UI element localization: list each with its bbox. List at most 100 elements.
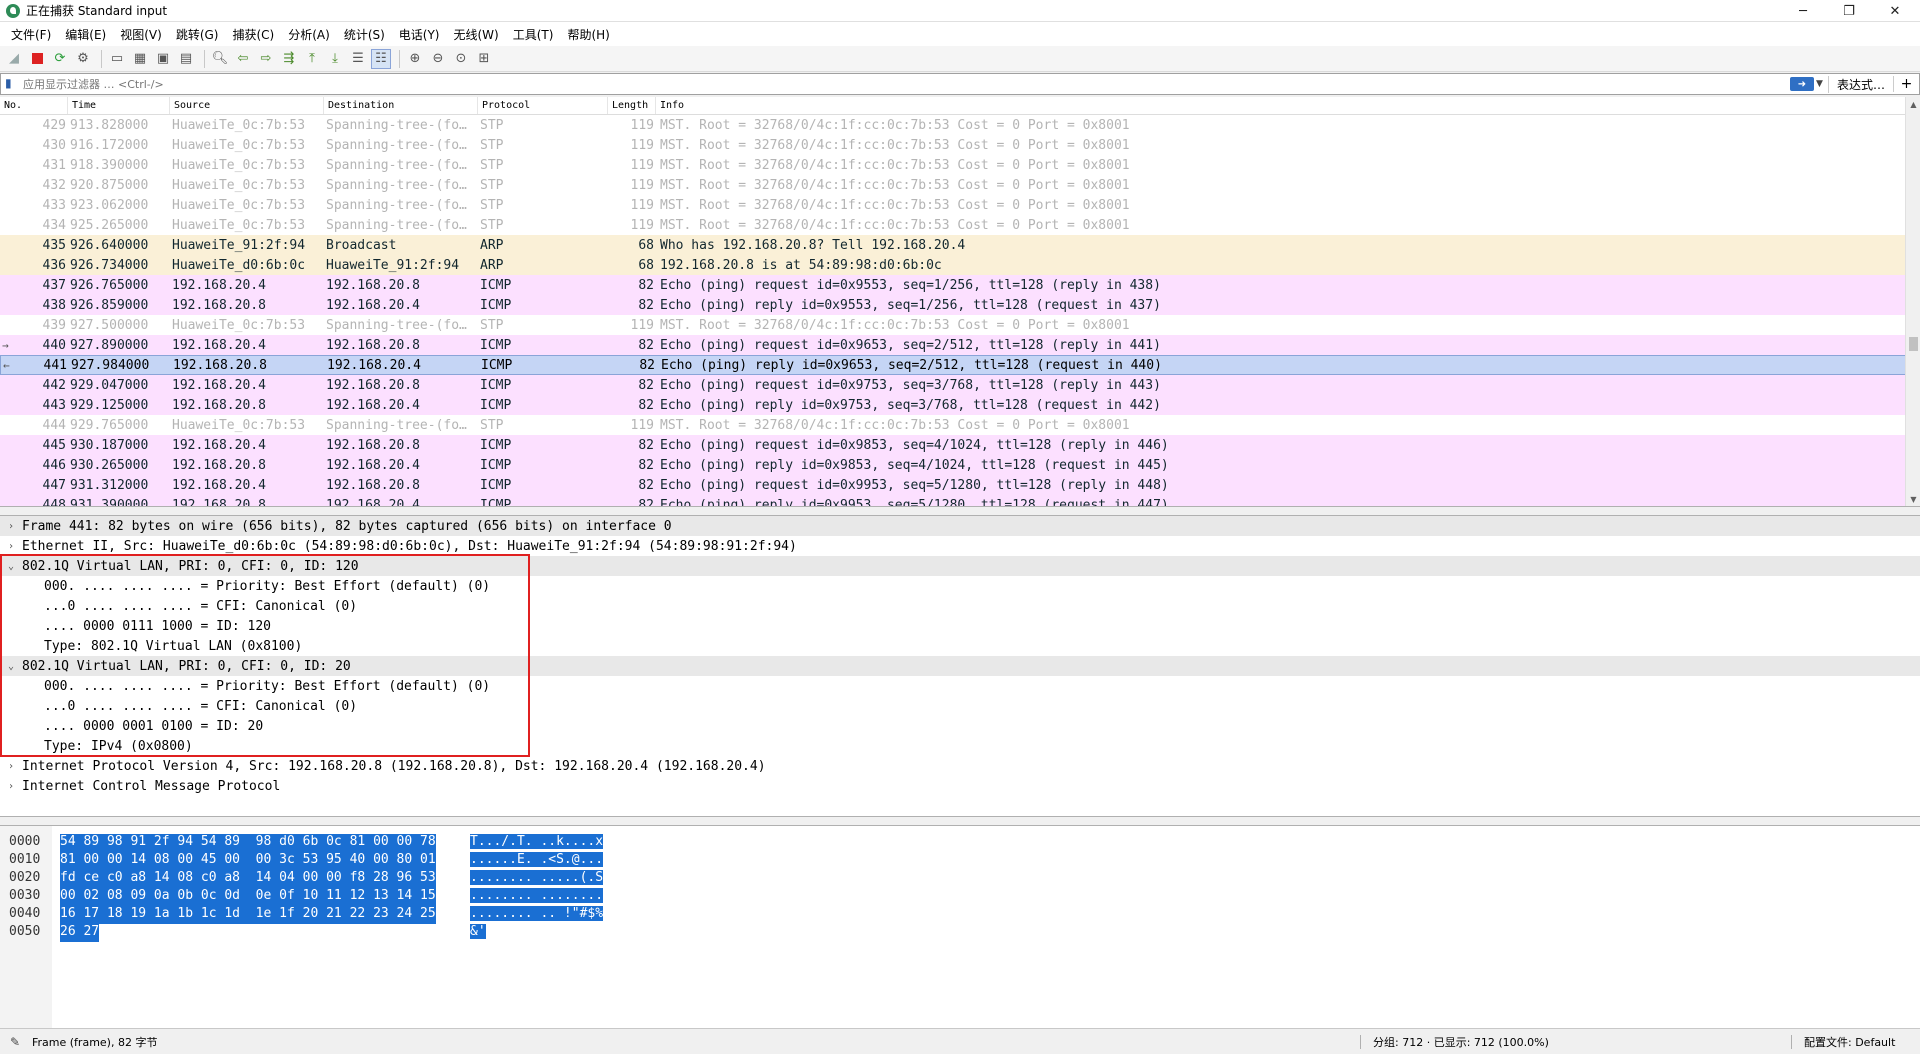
packet-row[interactable]: 447 931.312000 192.168.20.4 192.168.20.8 ICM… <box>0 475 1920 495</box>
bytes-hex[interactable]: 81 00 00 14 08 00 45 00 00 3c 53 95 40 0… <box>60 852 436 870</box>
scroll-up-icon[interactable]: ▲ <box>1906 97 1920 112</box>
packet-row[interactable]: 443 929.125000 192.168.20.8 192.168.20.4 ICM… <box>0 395 1920 415</box>
detail-tree-item[interactable]: › Internet Control Message Protocol <box>0 776 1920 796</box>
save-icon[interactable]: ▦ <box>130 49 150 69</box>
packet-row[interactable]: 434 925.265000 HuaweiTe_0c:7b:53 Spanning-t… <box>0 215 1920 235</box>
detail-tree-item[interactable]: › Ethernet II, Src: HuaweiTe_d0:6b:0c (54… <box>0 536 1920 556</box>
packet-row[interactable]: 438 926.859000 192.168.20.8 192.168.20.4 ICM… <box>0 295 1920 315</box>
menu-edit[interactable]: 编辑(E) <box>58 26 113 43</box>
options-icon[interactable]: ⚙ <box>73 49 93 69</box>
detail-tree-item[interactable]: ...0 .... .... .... = CFI: Canonical (0) <box>0 596 1920 616</box>
packet-list-scrollbar[interactable]: ▲ ▼ <box>1905 97 1920 506</box>
menu-view[interactable]: 视图(V) <box>113 26 169 43</box>
packet-details[interactable]: › Frame 441: 82 bytes on wire (656 bits),… <box>0 515 1920 817</box>
scrollbar-thumb[interactable] <box>1909 337 1918 351</box>
detail-tree-item[interactable]: ⌄ 802.1Q Virtual LAN, PRI: 0, CFI: 0, ID:… <box>0 556 1920 576</box>
bytes-ascii[interactable]: T.../.T. ..k....x <box>470 834 604 849</box>
column-header-source[interactable]: Source <box>170 97 324 114</box>
menu-telephony[interactable]: 电话(Y) <box>392 26 447 43</box>
chevron-right-icon[interactable]: › <box>0 781 22 792</box>
packet-row[interactable]: 437 926.765000 192.168.20.4 192.168.20.8 ICM… <box>0 275 1920 295</box>
detail-tree-item[interactable]: › Frame 441: 82 bytes on wire (656 bits),… <box>0 516 1920 536</box>
detail-tree-item[interactable]: 000. .... .... .... = Priority: Best Eff… <box>0 676 1920 696</box>
last-icon[interactable]: ⤓ <box>325 49 345 69</box>
packet-row[interactable]: 435 926.640000 HuaweiTe_91:2f:94 Broadcast A… <box>0 235 1920 255</box>
packet-row[interactable]: 430 916.172000 HuaweiTe_0c:7b:53 Spanning-t… <box>0 135 1920 155</box>
chevron-right-icon[interactable]: › <box>0 761 22 772</box>
bytes-hex[interactable]: 26 27 <box>60 924 100 942</box>
menu-file[interactable]: 文件(F) <box>4 26 58 43</box>
scroll-down-icon[interactable]: ▼ <box>1906 492 1920 506</box>
column-header-protocol[interactable]: Protocol <box>478 97 608 114</box>
status-profile-text[interactable]: 配置文件: Default <box>1792 1034 1895 1050</box>
forward-icon[interactable]: ⇨ <box>256 49 276 69</box>
zoom-reset-icon[interactable]: ⊙ <box>451 49 471 69</box>
menu-tools[interactable]: 工具(T) <box>506 26 561 43</box>
detail-tree-item[interactable]: ⌄ 802.1Q Virtual LAN, PRI: 0, CFI: 0, ID:… <box>0 656 1920 676</box>
chevron-right-icon[interactable]: › <box>0 541 22 552</box>
chevron-down-icon[interactable]: ▼ <box>1816 79 1828 89</box>
chevron-down-icon[interactable]: ⌄ <box>0 561 22 572</box>
detail-tree-item[interactable]: Type: IPv4 (0x0800) <box>0 736 1920 756</box>
column-header-destination[interactable]: Destination <box>324 97 478 114</box>
bytes-ascii[interactable]: &' <box>470 924 486 939</box>
autoscroll-icon[interactable]: ☰ <box>348 49 368 69</box>
packet-row[interactable]: 442 929.047000 192.168.20.4 192.168.20.8 ICM… <box>0 375 1920 395</box>
packet-row[interactable]: 429 913.828000 HuaweiTe_0c:7b:53 Spanning-t… <box>0 115 1920 135</box>
bytes-ascii[interactable]: ......E. .<S.@... <box>470 852 604 867</box>
chevron-down-icon[interactable]: ⌄ <box>0 661 22 672</box>
column-header-info[interactable]: Info <box>656 97 1920 114</box>
bytes-hex[interactable]: 54 89 98 91 2f 94 54 89 98 d0 6b 0c 81 0… <box>60 834 436 852</box>
menu-analyze[interactable]: 分析(A) <box>281 26 337 43</box>
bytes-ascii[interactable]: ........ ........ <box>470 888 604 903</box>
open-icon[interactable]: ▭ <box>107 49 127 69</box>
packet-row[interactable]: 446 930.265000 192.168.20.8 192.168.20.4 ICM… <box>0 455 1920 475</box>
bytes-hex[interactable]: 00 02 08 09 0a 0b 0c 0d 0e 0f 10 11 12 1… <box>60 888 436 906</box>
packet-row[interactable]: 444 929.765000 HuaweiTe_0c:7b:53 Spanning-t… <box>0 415 1920 435</box>
packet-bytes[interactable]: 0000 54 89 98 91 2f 94 54 89 98 d0 6b 0c … <box>0 825 1920 1028</box>
colorize-icon[interactable]: ☷ <box>371 48 391 69</box>
add-filter-button[interactable]: + <box>1893 76 1919 92</box>
find-icon[interactable]: 🔍︎ <box>210 49 230 69</box>
stop-icon[interactable] <box>27 49 47 69</box>
reload-icon[interactable]: ▤ <box>176 49 196 69</box>
bytes-ascii[interactable]: ........ .. !"#$% <box>470 906 604 921</box>
detail-tree-item[interactable]: .... 0000 0001 0100 = ID: 20 <box>0 716 1920 736</box>
close-button[interactable]: ✕ <box>1872 0 1918 22</box>
goto-icon[interactable]: ⇶ <box>279 49 299 69</box>
packet-row[interactable]: 448 931.390000 192.168.20.8 192.168.20.4 ICM… <box>0 495 1920 506</box>
resize-columns-icon[interactable]: ⊞ <box>474 49 494 69</box>
packet-row[interactable]: 433 923.062000 HuaweiTe_0c:7b:53 Spanning-t… <box>0 195 1920 215</box>
minimize-button[interactable]: ─ <box>1780 0 1826 22</box>
bytes-ascii[interactable]: ........ .....(.S <box>470 870 604 885</box>
detail-tree-item[interactable]: ...0 .... .... .... = CFI: Canonical (0) <box>0 696 1920 716</box>
chevron-right-icon[interactable]: › <box>0 521 22 532</box>
back-icon[interactable]: ⇦ <box>233 49 253 69</box>
selected-packet-row[interactable]: ← 441 927.984000 192.168.20.8 192.168.20.4 IC… <box>0 355 1920 375</box>
detail-tree-item[interactable]: .... 0000 0111 1000 = ID: 120 <box>0 616 1920 636</box>
menu-capture[interactable]: 捕获(C) <box>225 26 281 43</box>
menu-help[interactable]: 帮助(H) <box>560 26 616 43</box>
packet-row[interactable]: 431 918.390000 HuaweiTe_0c:7b:53 Spanning-t… <box>0 155 1920 175</box>
detail-tree-item[interactable]: Type: 802.1Q Virtual LAN (0x8100) <box>0 636 1920 656</box>
zoom-out-icon[interactable]: ⊖ <box>428 49 448 69</box>
packet-row[interactable]: 432 920.875000 HuaweiTe_0c:7b:53 Spanning-t… <box>0 175 1920 195</box>
edit-comment-icon[interactable]: ✎ <box>10 1035 24 1049</box>
bytes-hex[interactable]: fd ce c0 a8 14 08 c0 a8 14 04 00 00 f8 2… <box>60 870 436 888</box>
zoom-in-icon[interactable]: ⊕ <box>405 49 425 69</box>
restart-icon[interactable]: ⟳ <box>50 49 70 69</box>
first-icon[interactable]: ⤒ <box>302 49 322 69</box>
detail-tree-item[interactable]: 000. .... .... .... = Priority: Best Eff… <box>0 576 1920 596</box>
column-header-time[interactable]: Time <box>68 97 170 114</box>
restore-button[interactable]: ❐ <box>1826 0 1872 22</box>
column-header-no[interactable]: No. <box>0 97 68 114</box>
packet-row[interactable]: 445 930.187000 192.168.20.4 192.168.20.8 ICM… <box>0 435 1920 455</box>
expression-button[interactable]: 表达式… <box>1827 75 1893 93</box>
bookmark-icon[interactable]: ▮ <box>5 76 19 92</box>
close-file-icon[interactable]: ▣ <box>153 49 173 69</box>
packet-row[interactable]: → 440 927.890000 192.168.20.4 192.168.20.8 IC… <box>0 335 1920 355</box>
display-filter-input[interactable] <box>23 75 1790 93</box>
menu-wireless[interactable]: 无线(W) <box>447 26 506 43</box>
shark-fin-icon[interactable]: ◢ <box>4 49 24 69</box>
apply-filter-button[interactable]: ➜ <box>1789 77 1814 91</box>
